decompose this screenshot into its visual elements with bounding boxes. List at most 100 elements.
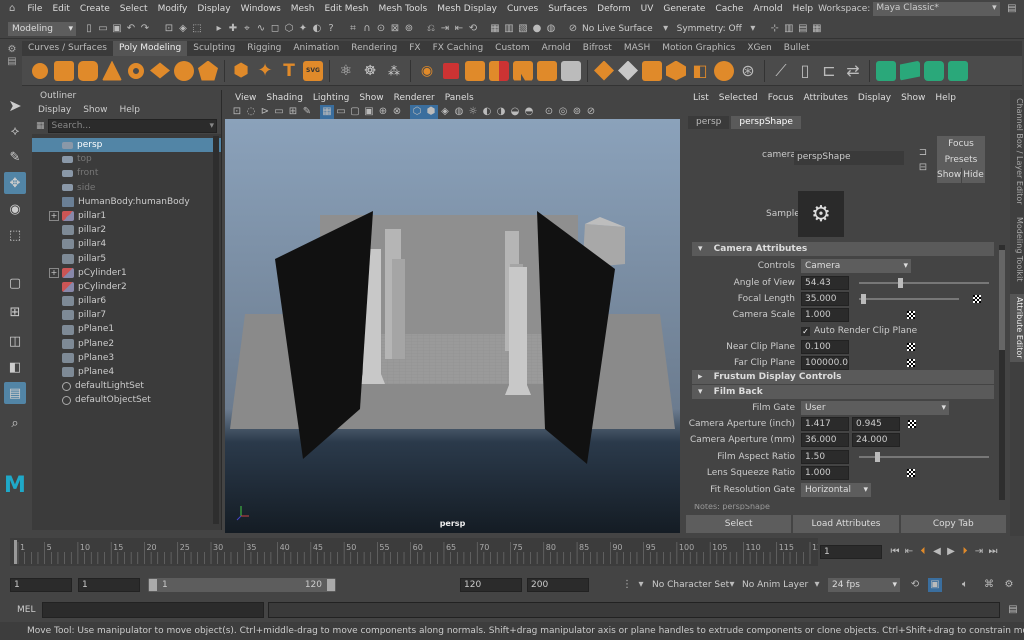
tab-fx-caching[interactable]: FX Caching: [427, 41, 490, 56]
uv-cylindrical-icon[interactable]: [924, 60, 944, 81]
undo-icon[interactable]: ↶: [124, 22, 138, 36]
slide-edge-icon[interactable]: ⇄: [843, 61, 863, 81]
bevel-icon[interactable]: [489, 60, 509, 81]
slider-knob[interactable]: [898, 278, 903, 288]
mask-icon[interactable]: ▸: [212, 22, 226, 36]
playback-start-field[interactable]: 1: [78, 578, 140, 592]
poke-icon[interactable]: ⊛: [738, 61, 758, 81]
tab-motion-graphics[interactable]: Motion Graphics: [656, 41, 741, 56]
film-gate-dropdown[interactable]: User ▾: [801, 401, 949, 415]
poly-disc-icon[interactable]: [174, 60, 194, 81]
menu-file[interactable]: File: [22, 0, 47, 18]
fit-resolution-dropdown[interactable]: Horizontal ▾: [801, 483, 871, 497]
focus-button[interactable]: Focus: [937, 136, 985, 152]
list-item[interactable]: defaultObjectSet: [32, 393, 221, 407]
perspective-viewport[interactable]: persp: [225, 119, 680, 533]
step-back-key-icon[interactable]: ⇤: [902, 545, 916, 559]
lasso-tool-icon[interactable]: ⟡: [4, 120, 26, 142]
render-setup-icon[interactable]: ◍: [544, 22, 558, 36]
outliner-scrollbar[interactable]: [213, 136, 219, 524]
history-icon[interactable]: ⎌: [424, 22, 438, 36]
ae-menu-show[interactable]: Show: [896, 93, 930, 103]
combine-icon[interactable]: ⚛: [336, 61, 356, 81]
tab-rendering[interactable]: Rendering: [345, 41, 403, 56]
attr-presets-icon[interactable]: ⊟: [916, 161, 930, 175]
chevron-down-icon[interactable]: ▾: [725, 578, 739, 592]
keyable-icon[interactable]: [907, 311, 915, 319]
select-hierarchy-icon[interactable]: ⊡: [162, 22, 176, 36]
select-object-icon[interactable]: ◈: [176, 22, 190, 36]
viewport-menu-shading[interactable]: Shading: [261, 93, 308, 103]
tab-sculpting[interactable]: Sculpting: [187, 41, 241, 56]
list-item[interactable]: pillar7: [32, 308, 221, 322]
end-time-field[interactable]: 200: [527, 578, 589, 592]
ae-menu-display[interactable]: Display: [853, 93, 896, 103]
select-handles-icon[interactable]: ✚: [226, 22, 240, 36]
film-back-header[interactable]: ▾ Film Back: [692, 385, 994, 399]
select-dynamics-icon[interactable]: ✦: [296, 22, 310, 36]
scale-tool-icon[interactable]: ⬚: [4, 224, 26, 246]
wedge-icon[interactable]: ◧: [690, 61, 710, 81]
tab-poly-modeling[interactable]: Poly Modeling: [112, 41, 188, 56]
wireframe-icon[interactable]: ⬡: [410, 105, 424, 119]
chevron-down-icon[interactable]: ▾: [810, 578, 824, 592]
presets-button[interactable]: Presets: [937, 152, 985, 168]
poly-cylinder-icon[interactable]: [78, 60, 98, 81]
super-shape-icon[interactable]: ⬢: [231, 60, 251, 81]
render-frame-icon[interactable]: ▦: [488, 22, 502, 36]
live-surface-icon[interactable]: ⊘: [566, 22, 580, 36]
tab-rigging[interactable]: Rigging: [241, 41, 287, 56]
fps-dropdown[interactable]: 24 fps ▾: [828, 578, 900, 592]
menu-modify[interactable]: Modify: [153, 0, 193, 18]
step-back-frame-icon[interactable]: ⏴: [916, 545, 930, 559]
viewport-menu-panels[interactable]: Panels: [440, 93, 479, 103]
current-frame-field[interactable]: 1: [820, 545, 882, 559]
select-misc-icon[interactable]: ?: [324, 22, 338, 36]
hypershade-icon[interactable]: ●: [530, 22, 544, 36]
load-attributes-button[interactable]: Load Attributes: [793, 515, 899, 533]
ae-menu-list[interactable]: List: [688, 93, 714, 103]
list-item[interactable]: pPlane4: [32, 365, 221, 379]
ae-menu-help[interactable]: Help: [930, 93, 961, 103]
panel-toggle-icon[interactable]: ▤: [796, 22, 810, 36]
bookmark-icon[interactable]: ⊳: [258, 105, 272, 119]
select-surfaces-icon[interactable]: ◻: [268, 22, 282, 36]
go-to-end-icon[interactable]: ⏭: [986, 545, 1000, 559]
snap-view-icon[interactable]: ⊠: [388, 22, 402, 36]
outliner-menu-help[interactable]: Help: [113, 105, 146, 115]
ae-menu-attributes[interactable]: Attributes: [798, 93, 852, 103]
search-icon[interactable]: ⌕: [4, 412, 26, 434]
near-clip-field[interactable]: 0.100: [801, 340, 849, 354]
pin-icon[interactable]: ⊹: [768, 22, 782, 36]
snap-curve-icon[interactable]: ∩: [360, 22, 374, 36]
script-editor-icon[interactable]: ▤: [1006, 603, 1020, 617]
tab-animation[interactable]: Animation: [287, 41, 345, 56]
frustum-header[interactable]: ▸ Frustum Display Controls: [692, 370, 994, 384]
list-item[interactable]: pCylinder2: [32, 280, 221, 294]
angle-of-view-slider[interactable]: [859, 278, 989, 288]
far-clip-field[interactable]: 100000.000: [801, 356, 849, 370]
list-item[interactable]: pillar5: [32, 252, 221, 266]
auto-clip-checkbox[interactable]: ✓: [801, 326, 810, 336]
menu-surfaces[interactable]: Surfaces: [543, 0, 592, 18]
tab-modeling-toolkit[interactable]: Modeling Toolkit: [1010, 214, 1024, 284]
step-forward-key-icon[interactable]: ⇥: [972, 545, 986, 559]
menu-uv[interactable]: UV: [636, 0, 659, 18]
menu-windows[interactable]: Windows: [236, 0, 286, 18]
range-handle-left[interactable]: [149, 579, 157, 591]
construction-history-icon[interactable]: ⟲: [466, 22, 480, 36]
poly-cube-icon[interactable]: [54, 60, 74, 81]
menu-generate[interactable]: Generate: [658, 0, 710, 18]
snap-live-icon[interactable]: ⊚: [402, 22, 416, 36]
move-tool-icon[interactable]: ✥: [4, 172, 26, 194]
tab-fx[interactable]: FX: [403, 41, 426, 56]
persp-outliner-layout-icon[interactable]: ▤: [4, 382, 26, 404]
poly-cone-icon[interactable]: [102, 60, 122, 81]
list-item[interactable]: pillar6: [32, 294, 221, 308]
menu-edit-mesh[interactable]: Edit Mesh: [319, 0, 373, 18]
viewport-menu-view[interactable]: View: [230, 93, 261, 103]
output-ops-icon[interactable]: ⇤: [452, 22, 466, 36]
menu-curves[interactable]: Curves: [502, 0, 543, 18]
keyable-icon[interactable]: [907, 343, 915, 351]
expand-icon[interactable]: +: [49, 211, 59, 222]
